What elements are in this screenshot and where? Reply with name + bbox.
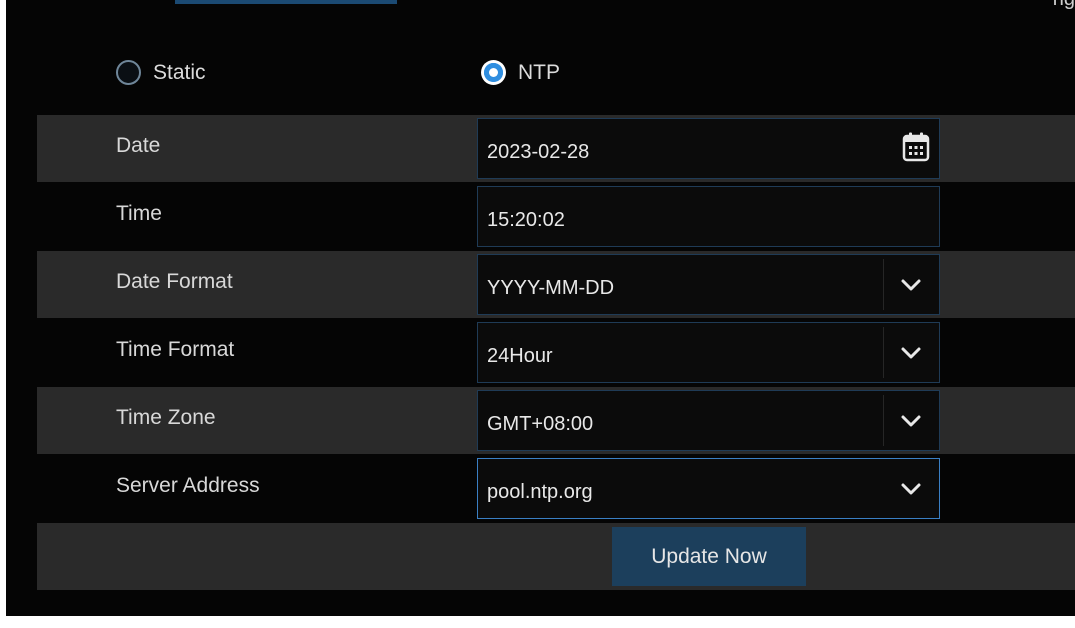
time-zone-label: Time Zone: [116, 406, 216, 429]
date-format-label: Date Format: [116, 270, 233, 293]
time-format-row: Time Format 24Hour: [37, 319, 1075, 386]
radio-static-label: Static: [153, 60, 206, 84]
chevron-down-icon[interactable]: [900, 345, 922, 361]
time-row: Time 15:20:02: [37, 183, 1075, 250]
time-mode-radio-group: Static NTP: [6, 60, 1075, 98]
server-address-label: Server Address: [116, 474, 260, 497]
time-zone-value: GMT+08:00: [487, 413, 594, 435]
calendar-icon[interactable]: [901, 131, 931, 163]
time-zone-select[interactable]: GMT+08:00: [477, 390, 940, 451]
time-value: 15:20:02: [487, 209, 565, 231]
date-label: Date: [116, 134, 161, 157]
active-tab-indicator: [175, 0, 397, 4]
date-field[interactable]: 2023-02-28: [477, 118, 940, 179]
select-divider: [883, 327, 884, 378]
radio-static[interactable]: Static: [116, 60, 206, 85]
server-address-row: Server Address pool.ntp.org: [37, 455, 1075, 522]
radio-ntp[interactable]: NTP: [481, 60, 560, 85]
server-address-value: pool.ntp.org: [487, 481, 593, 503]
time-format-select[interactable]: 24Hour: [477, 322, 940, 383]
date-format-row: Date Format YYYY-MM-DD: [37, 251, 1075, 318]
top-cut-text: ng: [1053, 0, 1075, 11]
time-field[interactable]: 15:20:02: [477, 186, 940, 247]
radio-selected-icon[interactable]: [481, 60, 506, 85]
radio-unselected-icon[interactable]: [116, 60, 141, 85]
date-value: 2023-02-28: [487, 141, 590, 163]
select-divider: [883, 259, 884, 310]
update-now-button[interactable]: Update Now: [612, 527, 806, 586]
ntp-settings-screen: ng Static NTP Date 2023-02-28: [6, 0, 1075, 616]
date-row: Date 2023-02-28: [37, 115, 1075, 182]
date-format-select[interactable]: YYYY-MM-DD: [477, 254, 940, 315]
time-format-label: Time Format: [116, 338, 235, 361]
time-label: Time: [116, 202, 162, 225]
chevron-down-icon[interactable]: [900, 277, 922, 293]
update-row: Update Now: [37, 523, 1075, 590]
time-format-value: 24Hour: [487, 345, 553, 367]
time-zone-row: Time Zone GMT+08:00: [37, 387, 1075, 454]
chevron-down-icon[interactable]: [900, 413, 922, 429]
server-address-select[interactable]: pool.ntp.org: [477, 458, 940, 519]
date-format-value: YYYY-MM-DD: [487, 277, 615, 299]
select-divider: [883, 395, 884, 446]
chevron-down-icon[interactable]: [900, 481, 922, 497]
radio-ntp-label: NTP: [518, 60, 560, 84]
